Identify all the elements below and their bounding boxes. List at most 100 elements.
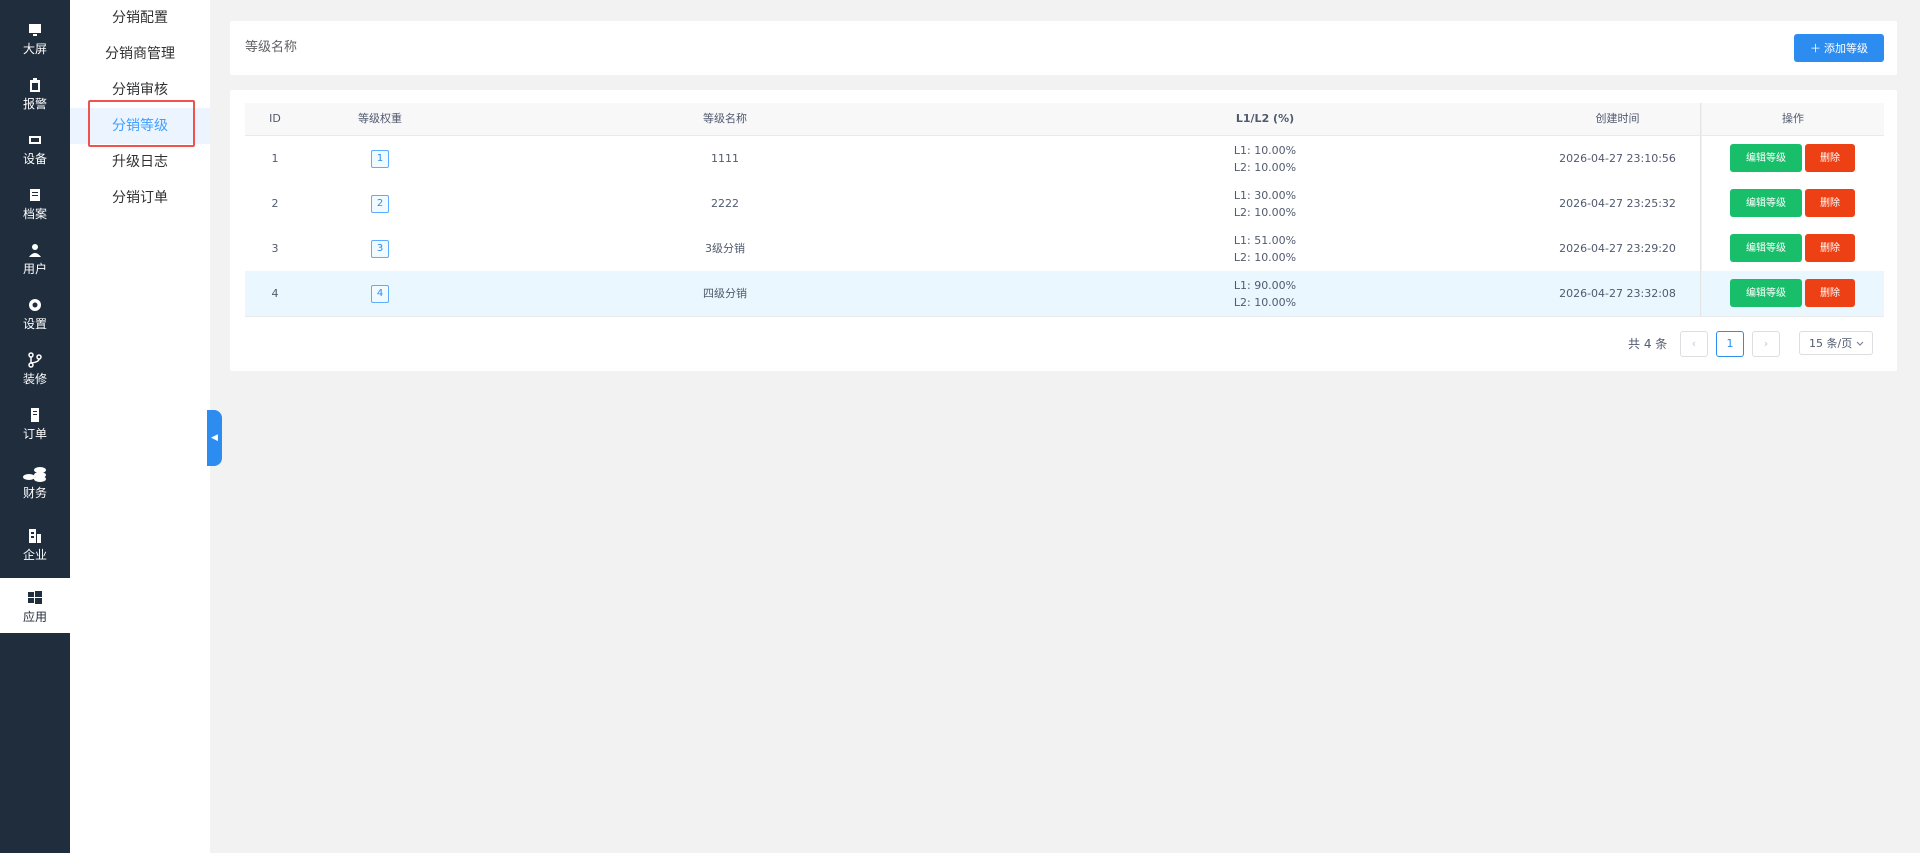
delete-level-button[interactable]: 删除 [1805,279,1855,307]
cell-id: 2 [271,197,279,210]
add-level-button[interactable]: ＋ 添加等级 [1794,34,1884,62]
submenu-item-distributor-manage[interactable]: 分销商管理 [70,36,210,72]
rail-item-dashboard[interactable]: 大屏 [0,22,70,57]
windows-icon [28,591,42,604]
rail-item-label: 装修 [22,372,47,386]
cell-ratio: L1: 90.00% L2: 10.00% [995,271,1535,316]
cell-created: 2026-04-27 23:10:56 [1559,152,1676,165]
filter-label: 等级名称 [245,40,298,55]
edit-level-button[interactable]: 编辑等级 [1730,279,1802,307]
caret-left-icon: ◀ [211,433,218,443]
cell-weight: 3 [305,226,455,271]
cell-weight: 1 [305,136,455,181]
cell-id: 3 [271,242,279,255]
submenu-item-config[interactable]: 分销配置 [70,0,210,36]
fixed-column-divider [1700,226,1702,271]
active-item-highlight [88,100,195,147]
table-row: 1 1 1111 L1: 10.00% L2: 10.00% 2026-04-2… [245,136,1884,182]
fixed-column-divider [1700,103,1702,135]
submenu-item-orders[interactable]: 分销订单 [70,180,210,216]
rail-item-settings[interactable]: 设置 [0,297,70,332]
table-header: ID 等级权重 等级名称 L1/L2 (%) 创建时间 操作 [245,103,1884,136]
edit-level-button[interactable]: 编辑等级 [1730,189,1802,217]
rail-item-label: 设置 [22,317,47,331]
rail-item-apps[interactable]: 应用 [0,578,70,633]
building-icon [29,529,41,543]
collapse-sidebar-button[interactable]: ◀ [207,410,222,466]
submenu-item-upgrade-log[interactable]: 升级日志 [70,144,210,180]
cell-ratio: L1: 51.00% L2: 10.00% [995,226,1535,271]
cell-created: 2026-04-27 23:29:20 [1559,242,1676,255]
cell-weight: 4 [305,271,455,316]
monitor-icon [29,24,41,36]
ratio-l2: L2: 10.00% [1233,296,1297,309]
rail-item-decoration[interactable]: 装修 [0,352,70,387]
header-ops: 操作 [1782,112,1804,125]
chevron-right-icon: › [1763,337,1769,350]
next-page-button[interactable]: › [1752,331,1780,357]
weight-tag: 4 [370,285,390,303]
table-row: 3 3 3级分销 L1: 51.00% L2: 10.00% 2026-04-2… [245,226,1884,272]
rail-item-user[interactable]: 用户 [0,242,70,277]
rail-item-label: 财务 [22,486,47,500]
rail-item-label: 档案 [22,207,47,221]
header-id: ID [269,112,281,125]
filter-toolbar: 等级名称 ＋ 添加等级 [230,21,1897,75]
table-row: 4 4 四级分销 L1: 90.00% L2: 10.00% 2026-04-2… [245,271,1884,317]
cell-id: 1 [271,152,279,165]
rail-item-label: 用户 [22,262,47,276]
fixed-column-divider [1700,271,1702,316]
rail-item-archive[interactable]: 档案 [0,187,70,222]
weight-tag: 3 [370,240,390,258]
levels-table-card: ID 等级权重 等级名称 L1/L2 (%) 创建时间 操作 1 1 1111 … [230,90,1897,371]
edit-level-button[interactable]: 编辑等级 [1730,144,1802,172]
weight-tag: 1 [370,150,390,168]
cell-created: 2026-04-27 23:32:08 [1559,287,1676,300]
rail-item-label: 企业 [22,548,47,562]
ratio-l2: L2: 10.00% [1233,206,1297,219]
ratio-l1: L1: 90.00% [1233,279,1297,292]
delete-level-button[interactable]: 删除 [1805,189,1855,217]
rail-item-alarm[interactable]: 报警 [0,77,70,112]
pagination-total: 共 4 条 [1628,337,1668,351]
fixed-column-divider [1700,136,1702,181]
delete-level-button[interactable]: 删除 [1805,234,1855,262]
rail-item-enterprise[interactable]: 企业 [0,528,70,563]
cell-name: 3级分销 [705,242,745,255]
rail-item-finance[interactable]: 财务 [0,466,70,501]
header-created: 创建时间 [1595,112,1640,125]
rail-item-label: 应用 [22,610,47,624]
ratio-l1: L1: 30.00% [1233,189,1297,202]
weight-tag: 2 [370,195,390,213]
table-row: 2 2 2222 L1: 30.00% L2: 10.00% 2026-04-2… [245,181,1884,227]
cell-id: 4 [271,287,279,300]
cell-created: 2026-04-27 23:25:32 [1559,197,1676,210]
rail-item-label: 订单 [22,427,47,441]
cell-weight: 2 [305,181,455,226]
coins-icon [23,467,46,482]
branch-icon [28,352,42,368]
prev-page-button[interactable]: ‹ [1680,331,1708,357]
header-weight: 等级权重 [358,112,402,125]
rail-item-order[interactable]: 订单 [0,407,70,442]
main-nav-rail: 大屏 报警 设备 档案 用户 设置 装修 订单 财务 企业 应用 [0,0,70,853]
gear-icon [29,299,41,311]
clipboard-icon [30,78,40,92]
rail-item-device[interactable]: 设备 [0,132,70,167]
header-ratio: L1/L2 (%) [1235,112,1295,125]
cell-ratio: L1: 10.00% L2: 10.00% [995,136,1535,181]
page-number-button[interactable]: 1 [1716,331,1744,357]
header-name: 等级名称 [703,112,747,125]
page-size-select[interactable]: 15 条/页 [1799,331,1873,355]
user-icon [29,244,41,257]
ratio-l2: L2: 10.00% [1233,251,1297,264]
cell-name: 2222 [711,197,739,210]
chevron-left-icon: ‹ [1691,337,1697,350]
order-icon [31,408,39,422]
cell-name: 1111 [711,152,739,165]
chevron-down-icon [1856,341,1864,346]
edit-level-button[interactable]: 编辑等级 [1730,234,1802,262]
delete-level-button[interactable]: 删除 [1805,144,1855,172]
ratio-l2: L2: 10.00% [1233,161,1297,174]
rail-item-label: 大屏 [22,42,47,56]
